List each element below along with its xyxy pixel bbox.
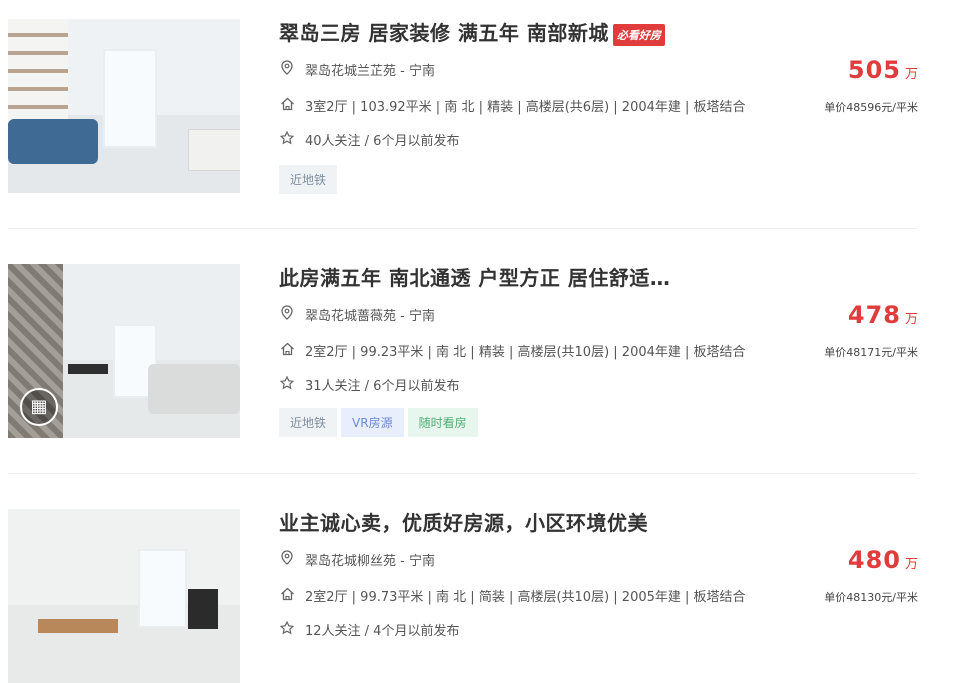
community-row: 翠岛花城柳丝苑 - 宁南 bbox=[279, 550, 435, 569]
total-price: 505 万 bbox=[848, 56, 918, 84]
must-see-badge: 必看好房 bbox=[612, 23, 665, 46]
star-icon bbox=[279, 130, 295, 149]
tag-list: 近地铁 bbox=[279, 165, 341, 194]
location-pin-icon bbox=[279, 305, 295, 324]
star-icon bbox=[279, 375, 295, 394]
tag-vr: VR房源 bbox=[341, 408, 404, 437]
listing-title[interactable]: 翠岛三房 居家装修 满五年 南部新城 必看好房 bbox=[279, 17, 665, 46]
listing-title[interactable]: 此房满五年 南北通透 户型方正 居住舒适… bbox=[279, 262, 670, 291]
house-info-row: 2室2厅 | 99.73平米 | 南 北 | 简装 | 高楼层(共10层) | … bbox=[279, 586, 746, 605]
divider bbox=[8, 473, 917, 474]
follow-row: 12人关注 / 4个月以前发布 bbox=[279, 620, 459, 639]
house-icon bbox=[279, 587, 295, 605]
follow-text: 31人关注 / 6个月以前发布 bbox=[305, 379, 460, 394]
house-info-row: 3室2厅 | 103.92平米 | 南 北 | 精装 | 高楼层(共6层) | … bbox=[279, 96, 746, 115]
listing-photo[interactable]: ▦ bbox=[8, 264, 240, 438]
location-pin-icon bbox=[279, 60, 295, 79]
listing-photo[interactable] bbox=[8, 509, 240, 683]
community-row: 翠岛花城蔷薇苑 - 宁南 bbox=[279, 305, 435, 324]
house-info-text: 2室2厅 | 99.23平米 | 南 北 | 精装 | 高楼层(共10层) | … bbox=[305, 345, 746, 360]
house-info-text: 2室2厅 | 99.73平米 | 南 北 | 简装 | 高楼层(共10层) | … bbox=[305, 590, 746, 605]
house-info-row: 2室2厅 | 99.23平米 | 南 北 | 精装 | 高楼层(共10层) | … bbox=[279, 341, 746, 360]
follow-row: 40人关注 / 6个月以前发布 bbox=[279, 130, 459, 149]
community-link[interactable]: 翠岛花城蔷薇苑 - 宁南 bbox=[305, 309, 435, 324]
listing-title-text[interactable]: 业主诚心卖，优质好房源，小区环境优美 bbox=[279, 511, 648, 535]
star-icon bbox=[279, 620, 295, 639]
follow-text: 40人关注 / 6个月以前发布 bbox=[305, 134, 460, 149]
total-price-unit: 万 bbox=[904, 67, 918, 82]
total-price-unit: 万 bbox=[904, 557, 918, 572]
vr-icon[interactable]: ▦ bbox=[20, 388, 58, 426]
total-price-value: 478 bbox=[847, 301, 901, 329]
listing-title-text[interactable]: 此房满五年 南北通透 户型方正 居住舒适… bbox=[279, 266, 670, 290]
listing-title[interactable]: 业主诚心卖，优质好房源，小区环境优美 bbox=[279, 507, 648, 536]
tag-anytime-viewing: 随时看房 bbox=[407, 408, 478, 437]
tag-list: 近地铁 VR房源 随时看房 bbox=[279, 408, 482, 437]
follow-row: 31人关注 / 6个月以前发布 bbox=[279, 375, 459, 394]
house-icon bbox=[279, 342, 295, 360]
total-price: 478 万 bbox=[848, 301, 918, 329]
follow-text: 12人关注 / 4个月以前发布 bbox=[305, 624, 460, 639]
listing-title-text[interactable]: 翠岛三房 居家装修 满五年 南部新城 bbox=[279, 21, 609, 45]
total-price-value: 505 bbox=[847, 56, 901, 84]
total-price-unit: 万 bbox=[904, 312, 918, 327]
unit-price: 单价48171元/平米 bbox=[824, 346, 918, 359]
tag-near-subway: 近地铁 bbox=[279, 165, 338, 194]
house-info-text: 3室2厅 | 103.92平米 | 南 北 | 精装 | 高楼层(共6层) | … bbox=[305, 100, 746, 115]
tag-near-subway: 近地铁 bbox=[279, 408, 338, 437]
community-link[interactable]: 翠岛花城柳丝苑 - 宁南 bbox=[305, 554, 435, 569]
unit-price: 单价48596元/平米 bbox=[824, 101, 918, 114]
total-price: 480 万 bbox=[848, 546, 918, 574]
community-link[interactable]: 翠岛花城兰芷苑 - 宁南 bbox=[305, 64, 435, 79]
unit-price: 单价48130元/平米 bbox=[824, 591, 918, 604]
total-price-value: 480 bbox=[847, 546, 901, 574]
house-icon bbox=[279, 97, 295, 115]
listing-photo[interactable] bbox=[8, 19, 240, 193]
divider bbox=[8, 228, 917, 229]
location-pin-icon bbox=[279, 550, 295, 569]
community-row: 翠岛花城兰芷苑 - 宁南 bbox=[279, 60, 435, 79]
